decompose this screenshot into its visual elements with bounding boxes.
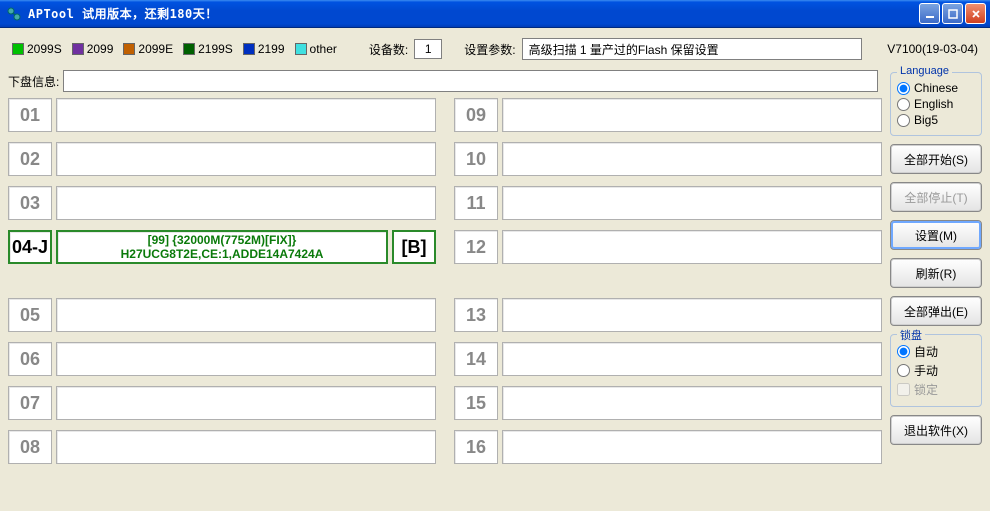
slot-content <box>56 342 436 376</box>
language-radio-chinese[interactable]: Chinese <box>897 81 975 95</box>
slot-number: 09 <box>454 98 498 132</box>
legend-item: 2099E <box>123 42 173 56</box>
slot-number: 14 <box>454 342 498 376</box>
disk-info-label: 下盘信息: <box>8 73 59 90</box>
slot-row-07[interactable]: 07 <box>8 386 436 420</box>
legend-label: 2199S <box>198 42 233 56</box>
language-radio-english[interactable]: English <box>897 97 975 111</box>
device-count: 1 <box>414 39 442 59</box>
slot-content <box>56 298 436 332</box>
slot-row-16[interactable]: 16 <box>454 430 882 464</box>
language-title: Language <box>897 65 952 77</box>
slot-row-10[interactable]: 10 <box>454 142 882 176</box>
slot-content <box>502 230 882 264</box>
legend-label: 2199 <box>258 42 285 56</box>
start-all-button[interactable]: 全部开始(S) <box>890 144 982 174</box>
legend-label: 2099 <box>87 42 114 56</box>
slot-number: 15 <box>454 386 498 420</box>
lockdisk-title: 锁盘 <box>897 327 925 343</box>
legend-swatch <box>183 43 195 55</box>
slot-row-15[interactable]: 15 <box>454 386 882 420</box>
slot-number: 08 <box>8 430 52 464</box>
slot-content <box>502 298 882 332</box>
settings-button[interactable]: 设置(M) <box>890 220 982 250</box>
slot-row-09[interactable]: 09 <box>454 98 882 132</box>
eject-all-button[interactable]: 全部弹出(E) <box>890 296 982 326</box>
slot-row-03[interactable]: 03 <box>8 186 436 220</box>
language-radio-big5[interactable]: Big5 <box>897 113 975 127</box>
maximize-button[interactable] <box>942 3 963 24</box>
legend-label: 2099E <box>138 42 173 56</box>
minimize-button[interactable] <box>919 3 940 24</box>
legend-item: 2099S <box>12 42 62 56</box>
slot-content <box>502 98 882 132</box>
slot-suffix: [B] <box>392 230 436 264</box>
slot-row-13[interactable]: 13 <box>454 298 882 332</box>
slot-content <box>502 342 882 376</box>
slot-row-01[interactable]: 01 <box>8 98 436 132</box>
legend-item: 2199S <box>183 42 233 56</box>
legend-item: 2199 <box>243 42 285 56</box>
param-value: 高级扫描 1 量产过的Flash 保留设置 <box>522 38 862 60</box>
lock-checkbox: 锁定 <box>897 381 975 398</box>
app-icon <box>6 6 22 22</box>
slot-row-11[interactable]: 11 <box>454 186 882 220</box>
legend-swatch <box>123 43 135 55</box>
slot-number: 12 <box>454 230 498 264</box>
slot-content <box>56 430 436 464</box>
slot-number: 06 <box>8 342 52 376</box>
legend-swatch <box>243 43 255 55</box>
slot-content <box>56 98 436 132</box>
slot-content <box>502 142 882 176</box>
exit-button[interactable]: 退出软件(X) <box>890 415 982 445</box>
slot-row-04-J[interactable]: 04-J[99] {32000M(7752M)[FIX]}H27UCG8T2E,… <box>8 230 436 264</box>
slot-content <box>56 142 436 176</box>
legend-label: 2099S <box>27 42 62 56</box>
slot-number: 16 <box>454 430 498 464</box>
slot-number: 07 <box>8 386 52 420</box>
slot-row-02[interactable]: 02 <box>8 142 436 176</box>
slot-content <box>56 186 436 220</box>
slot-row-08[interactable]: 08 <box>8 430 436 464</box>
legend-swatch <box>295 43 307 55</box>
slot-content <box>502 186 882 220</box>
slot-row-14[interactable]: 14 <box>454 342 882 376</box>
slot-number: 03 <box>8 186 52 220</box>
window-title: APTool 试用版本，还剩180天！ <box>28 5 218 22</box>
slot-row-12[interactable]: 12 <box>454 230 882 264</box>
legend-swatch <box>72 43 84 55</box>
stop-all-button[interactable]: 全部停止(T) <box>890 182 982 212</box>
slot-number: 01 <box>8 98 52 132</box>
slot-content <box>502 386 882 420</box>
slot-number: 04-J <box>8 230 52 264</box>
slot-content: [99] {32000M(7752M)[FIX]}H27UCG8T2E,CE:1… <box>56 230 388 264</box>
lockdisk-group: 锁盘 自动 手动 锁定 <box>890 334 982 407</box>
param-label: 设置参数: <box>464 41 515 58</box>
language-group: Language ChineseEnglishBig5 <box>890 72 982 136</box>
legend-swatch <box>12 43 24 55</box>
slot-number: 13 <box>454 298 498 332</box>
device-count-label: 设备数: <box>369 41 408 58</box>
version-label: V7100(19-03-04) <box>887 42 978 56</box>
slot-number: 10 <box>454 142 498 176</box>
legend-item: other <box>295 42 337 56</box>
disk-info-field <box>63 70 878 92</box>
close-button[interactable] <box>965 3 986 24</box>
slot-content <box>502 430 882 464</box>
refresh-button[interactable]: 刷新(R) <box>890 258 982 288</box>
slot-row-06[interactable]: 06 <box>8 342 436 376</box>
lock-manual-radio[interactable]: 手动 <box>897 362 975 379</box>
lock-auto-radio[interactable]: 自动 <box>897 343 975 360</box>
toolbar: 2099S 2099 2099E 2199S 2199 other 设备数: 1 设置参数… <box>8 32 982 70</box>
slot-row-05[interactable]: 05 <box>8 298 436 332</box>
slot-number: 02 <box>8 142 52 176</box>
slot-number: 11 <box>454 186 498 220</box>
legend-item: 2099 <box>72 42 114 56</box>
titlebar: APTool 试用版本，还剩180天！ <box>0 0 990 28</box>
legend-label: other <box>310 42 337 56</box>
slot-content <box>56 386 436 420</box>
slot-number: 05 <box>8 298 52 332</box>
